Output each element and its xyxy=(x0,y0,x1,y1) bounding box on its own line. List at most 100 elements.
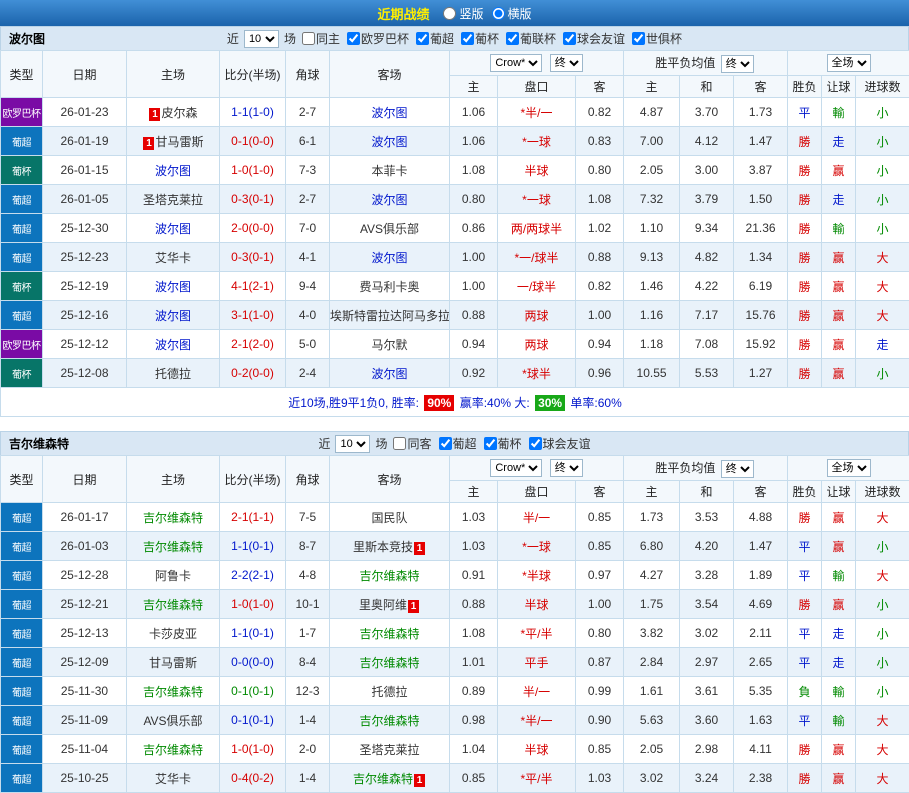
team-link[interactable]: 波尔图 xyxy=(371,135,407,149)
filter-checkbox[interactable] xyxy=(484,437,497,450)
filter-option-葡杯[interactable]: 葡杯 xyxy=(461,30,499,47)
team-link[interactable]: 圣塔克莱拉 xyxy=(143,193,203,207)
team-link[interactable]: 波尔图 xyxy=(371,106,407,120)
filter-checkbox[interactable] xyxy=(563,32,576,45)
team-link[interactable]: 阿鲁卡 xyxy=(155,569,191,583)
team-link[interactable]: 吉尔维森特 xyxy=(359,656,419,670)
avg-draw-odds: 3.70 xyxy=(680,98,734,127)
team-link[interactable]: 马尔默 xyxy=(371,338,407,352)
team-link[interactable]: 波尔图 xyxy=(371,251,407,265)
team-link[interactable]: 埃斯特雷拉达阿马多拉 xyxy=(330,309,450,323)
filter-option-同主[interactable]: 同主 xyxy=(302,30,340,47)
sub-goals: 进球数 xyxy=(856,481,909,503)
result-goals: 大 xyxy=(856,764,909,793)
team-link[interactable]: 波尔图 xyxy=(155,338,191,352)
avg-away-odds: 5.35 xyxy=(734,677,788,706)
match-count-select[interactable]: 10 xyxy=(244,30,279,48)
filter-option-葡超[interactable]: 葡超 xyxy=(416,30,454,47)
col-corner: 角球 xyxy=(286,51,330,98)
team-link[interactable]: 吉尔维森特 xyxy=(359,569,419,583)
filter-option-世俱杯[interactable]: 世俱杯 xyxy=(632,30,682,47)
filter-checkbox[interactable] xyxy=(302,32,315,45)
filter-option-葡联杯[interactable]: 葡联杯 xyxy=(506,30,556,47)
team-link[interactable]: 费马利卡奥 xyxy=(359,280,419,294)
layout-horizontal-option[interactable]: 横版 xyxy=(492,5,532,22)
team-link[interactable]: 里斯本竞技 xyxy=(353,540,413,554)
filter-option-欧罗巴杯[interactable]: 欧罗巴杯 xyxy=(347,30,409,47)
odds-home: 1.06 xyxy=(450,98,498,127)
team-link[interactable]: 波尔图 xyxy=(371,367,407,381)
team-link[interactable]: 波尔图 xyxy=(155,280,191,294)
team-link[interactable]: 皮尔森 xyxy=(161,106,197,120)
team-link[interactable]: 吉尔维森特 xyxy=(359,714,419,728)
filter-option-葡超[interactable]: 葡超 xyxy=(439,435,477,452)
filter-checkbox[interactable] xyxy=(461,32,474,45)
filter-checkbox[interactable] xyxy=(439,437,452,450)
team-link[interactable]: 甘马雷斯 xyxy=(155,135,203,149)
team-link[interactable]: 波尔图 xyxy=(155,164,191,178)
odds-home: 1.00 xyxy=(450,243,498,272)
filter-checkbox[interactable] xyxy=(416,32,429,45)
odds-final-select[interactable]: 终 xyxy=(550,54,583,72)
sub-away-odds: 客 xyxy=(576,481,624,503)
avg-home-odds: 1.61 xyxy=(624,677,680,706)
match-row: 葡超25-11-09AVS俱乐部0-1(0-1)1-4吉尔维森特0.98*半/一… xyxy=(1,706,909,735)
fulltime-select[interactable]: 全场 xyxy=(827,459,871,477)
team-link[interactable]: 波尔图 xyxy=(371,193,407,207)
team-link[interactable]: 甘马雷斯 xyxy=(149,656,197,670)
filter-option-球会友谊[interactable]: 球会友谊 xyxy=(529,435,591,452)
red-card-badge: 1 xyxy=(408,600,419,613)
team-link[interactable]: 吉尔维森特 xyxy=(143,540,203,554)
result-handicap: 輸 xyxy=(822,677,856,706)
filter-checkbox[interactable] xyxy=(529,437,542,450)
result-handicap: 赢 xyxy=(822,156,856,185)
filter-option-葡杯[interactable]: 葡杯 xyxy=(484,435,522,452)
team-link[interactable]: 波尔图 xyxy=(155,309,191,323)
team-link[interactable]: 里奥阿维 xyxy=(359,598,407,612)
team-link[interactable]: AVS俱乐部 xyxy=(143,714,202,728)
team-link[interactable]: 圣塔克莱拉 xyxy=(359,743,419,757)
layout-vertical-option[interactable]: 竖版 xyxy=(443,5,483,22)
match-date: 26-01-19 xyxy=(43,127,127,156)
fulltime-select[interactable]: 全场 xyxy=(827,54,871,72)
header-group-row: 类型 日期 主场 比分(半场) 角球 客场 Crow* 终 胜平负均值 终 全场 xyxy=(1,51,909,76)
team-link[interactable]: 托德拉 xyxy=(155,367,191,381)
team-link[interactable]: 吉尔维森特 xyxy=(143,598,203,612)
red-card-badge: 1 xyxy=(414,542,425,555)
team-link[interactable]: 吉尔维森特 xyxy=(143,743,203,757)
team-link[interactable]: 托德拉 xyxy=(371,685,407,699)
odds-home: 0.86 xyxy=(450,214,498,243)
filter-checkbox[interactable] xyxy=(506,32,519,45)
vertical-radio[interactable] xyxy=(443,7,456,20)
team-link[interactable]: 本菲卡 xyxy=(371,164,407,178)
team-link[interactable]: 吉尔维森特 xyxy=(353,772,413,786)
match-count-select[interactable]: 10 xyxy=(335,435,370,453)
team-link[interactable]: 吉尔维森特 xyxy=(359,627,419,641)
team-link[interactable]: AVS俱乐部 xyxy=(360,222,419,236)
result-handicap: 輸 xyxy=(822,214,856,243)
team-link[interactable]: 吉尔维森特 xyxy=(143,511,203,525)
odds-company-select[interactable]: Crow* xyxy=(490,459,542,477)
filter-checkbox[interactable] xyxy=(393,437,406,450)
wdl-final-select[interactable]: 终 xyxy=(721,460,754,478)
team-link[interactable]: 艾华卡 xyxy=(155,772,191,786)
team-link[interactable]: 波尔图 xyxy=(155,222,191,236)
avg-home-odds: 6.80 xyxy=(624,532,680,561)
filter-option-球会友谊[interactable]: 球会友谊 xyxy=(563,30,625,47)
odds-final-select[interactable]: 终 xyxy=(550,459,583,477)
match-row: 葡杯25-12-08托德拉0-2(0-0)2-4波尔图0.92*球半0.9610… xyxy=(1,359,909,388)
team-link[interactable]: 吉尔维森特 xyxy=(143,685,203,699)
team-cell: 波尔图 xyxy=(127,272,220,301)
team-link[interactable]: 艾华卡 xyxy=(155,251,191,265)
wdl-final-select[interactable]: 终 xyxy=(721,55,754,73)
team-link[interactable]: 国民队 xyxy=(371,511,407,525)
result-wdl: 平 xyxy=(788,706,822,735)
filter-option-同客[interactable]: 同客 xyxy=(393,435,431,452)
odds-company-select[interactable]: Crow* xyxy=(490,54,542,72)
team-link[interactable]: 卡莎皮亚 xyxy=(149,627,197,641)
filter-checkbox[interactable] xyxy=(347,32,360,45)
filter-checkbox[interactable] xyxy=(632,32,645,45)
odds-away: 1.02 xyxy=(576,214,624,243)
horizontal-radio[interactable] xyxy=(492,7,505,20)
competition-badge: 葡超 xyxy=(1,301,43,330)
